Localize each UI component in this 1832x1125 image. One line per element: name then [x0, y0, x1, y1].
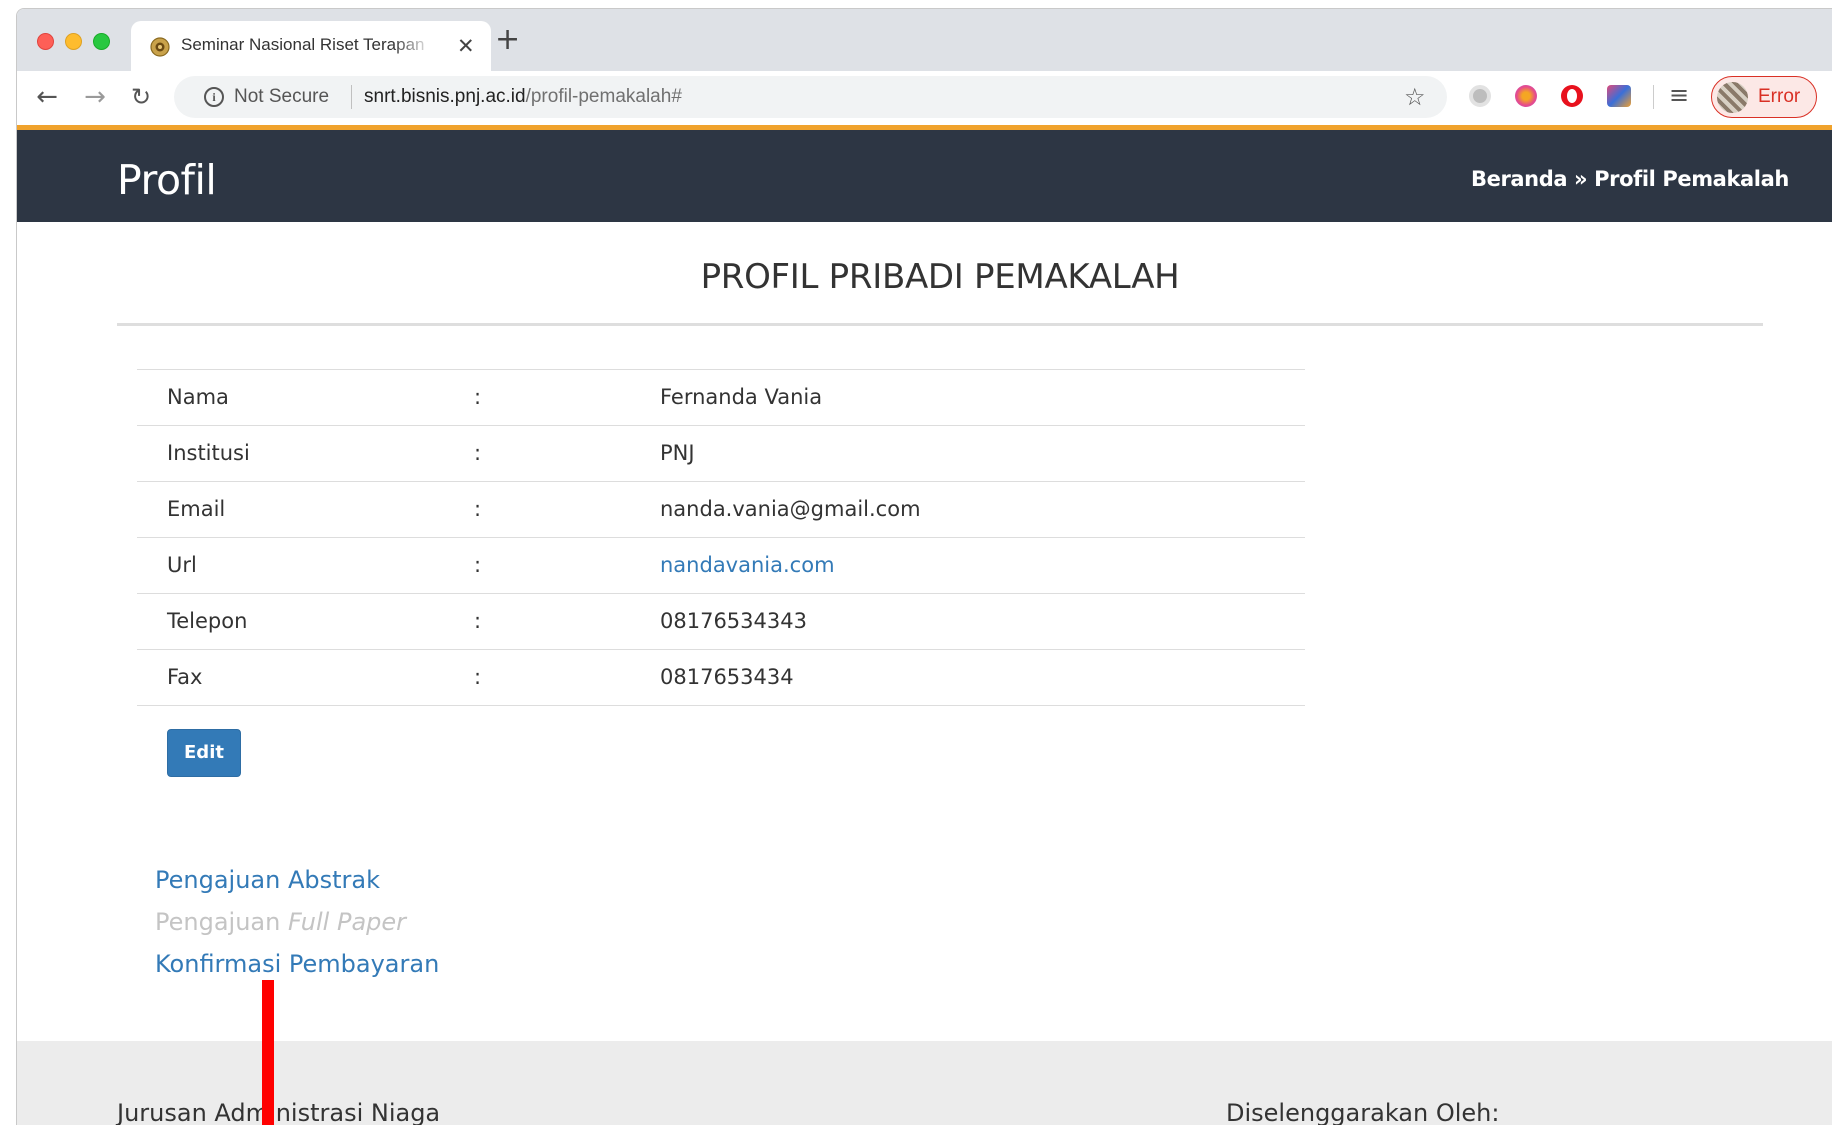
row-separator: :	[474, 665, 482, 689]
section-heading: PROFIL PRIBADI PEMAKALAH	[700, 257, 1180, 297]
extension-icon[interactable]	[1607, 85, 1631, 107]
table-row: Nama : Fernanda Vania	[137, 370, 1305, 426]
full-paper-prefix: Pengajuan	[155, 908, 288, 936]
url-text[interactable]: snrt.bisnis.pnj.ac.id/profil-pemakalah#	[364, 86, 682, 108]
url-path: /profil-pemakalah#	[525, 86, 682, 107]
browser-tab-active[interactable]: Seminar Nasional Riset Terapan ✕	[131, 21, 491, 71]
row-separator: :	[474, 497, 482, 521]
profile-status-label: Error	[1758, 86, 1801, 107]
star-icon[interactable]: ☆	[1404, 83, 1426, 111]
plus-icon[interactable]: +	[495, 25, 520, 55]
row-separator: :	[474, 553, 482, 577]
toolbar-divider	[1653, 85, 1654, 109]
row-label: Email	[167, 497, 226, 521]
row-separator: :	[474, 385, 482, 409]
page-title: Profil	[117, 156, 217, 204]
row-separator: :	[474, 609, 482, 633]
annotation-marker	[262, 980, 274, 1125]
edit-button[interactable]: Edit	[167, 729, 241, 777]
table-row: Telepon : 08176534343	[137, 594, 1305, 650]
row-label: Url	[167, 553, 197, 577]
extension-icon[interactable]	[1469, 85, 1491, 107]
url-host: snrt.bisnis.pnj.ac.id	[364, 86, 526, 107]
omnibox-divider	[351, 85, 352, 109]
window-close-button[interactable]	[37, 33, 54, 50]
breadcrumb-current: Profil Pemakalah	[1594, 167, 1789, 191]
info-icon[interactable]: i	[204, 87, 224, 107]
browser-toolbar: ← → ↻ i Not Secure snrt.bisnis.pnj.ac.id…	[17, 71, 1832, 131]
site-footer: Jurusan Administrasi Niaga Diselenggarak…	[17, 1041, 1832, 1125]
payment-confirmation-link[interactable]: Konfirmasi Pembayaran	[155, 943, 439, 985]
media-control-icon[interactable]: ≡	[1669, 81, 1689, 109]
avatar	[1717, 82, 1748, 113]
address-bar[interactable]: i Not Secure snrt.bisnis.pnj.ac.id/profi…	[174, 76, 1447, 118]
footer-organizer-title: Diselenggarakan Oleh:	[1226, 1099, 1500, 1125]
heading-divider	[117, 323, 1763, 326]
site-header: Profil Beranda » Profil Pemakalah	[17, 130, 1832, 222]
security-label[interactable]: Not Secure	[234, 86, 329, 108]
forward-arrow-icon[interactable]: →	[81, 83, 109, 111]
submission-links: Pengajuan Abstrak Pengajuan Full Paper K…	[155, 859, 439, 985]
table-row: Institusi : PNJ	[137, 426, 1305, 482]
footer-department-title: Jurusan Administrasi Niaga	[117, 1099, 441, 1125]
row-value: Fernanda Vania	[660, 385, 823, 409]
profile-table: Nama : Fernanda Vania Institusi : PNJ Em…	[137, 369, 1305, 706]
reload-icon[interactable]: ↻	[127, 83, 155, 111]
row-value: 08176534343	[660, 609, 807, 633]
row-label: Nama	[167, 385, 229, 409]
favicon-icon	[150, 37, 170, 57]
full-paper-italic: Full Paper	[287, 908, 407, 936]
breadcrumb: Beranda » Profil Pemakalah	[1471, 167, 1789, 191]
table-row: Fax : 0817653434	[137, 650, 1305, 706]
browser-window: Seminar Nasional Riset Terapan ✕ + ← → ↻…	[16, 8, 1832, 1125]
row-label: Institusi	[167, 441, 250, 465]
row-label: Telepon	[167, 609, 248, 633]
more-vert-icon[interactable]: ⋮	[1825, 79, 1832, 107]
extension-icon[interactable]	[1561, 85, 1583, 107]
row-value: nanda.vania@gmail.com	[660, 497, 921, 521]
full-paper-submission-link: Pengajuan Full Paper	[155, 901, 439, 943]
abstract-submission-link[interactable]: Pengajuan Abstrak	[155, 859, 439, 901]
row-separator: :	[474, 441, 482, 465]
website-link[interactable]: nandavania.com	[660, 553, 835, 577]
back-arrow-icon[interactable]: ←	[33, 83, 61, 111]
table-row: Url : nandavania.com	[137, 538, 1305, 594]
window-zoom-button[interactable]	[93, 33, 110, 50]
row-value: PNJ	[660, 441, 695, 465]
tab-title: Seminar Nasional Riset Terapan	[181, 35, 425, 54]
breadcrumb-separator: »	[1567, 167, 1595, 191]
window-minimize-button[interactable]	[65, 33, 82, 50]
row-label: Fax	[167, 665, 203, 689]
table-row: Email : nanda.vania@gmail.com	[137, 482, 1305, 538]
extension-icon[interactable]	[1515, 85, 1537, 107]
breadcrumb-home-link[interactable]: Beranda	[1471, 167, 1568, 191]
close-icon[interactable]: ✕	[457, 34, 475, 58]
row-value: 0817653434	[660, 665, 794, 689]
tab-strip: Seminar Nasional Riset Terapan ✕ +	[17, 9, 1832, 71]
profile-error-button[interactable]: Error	[1711, 76, 1817, 118]
